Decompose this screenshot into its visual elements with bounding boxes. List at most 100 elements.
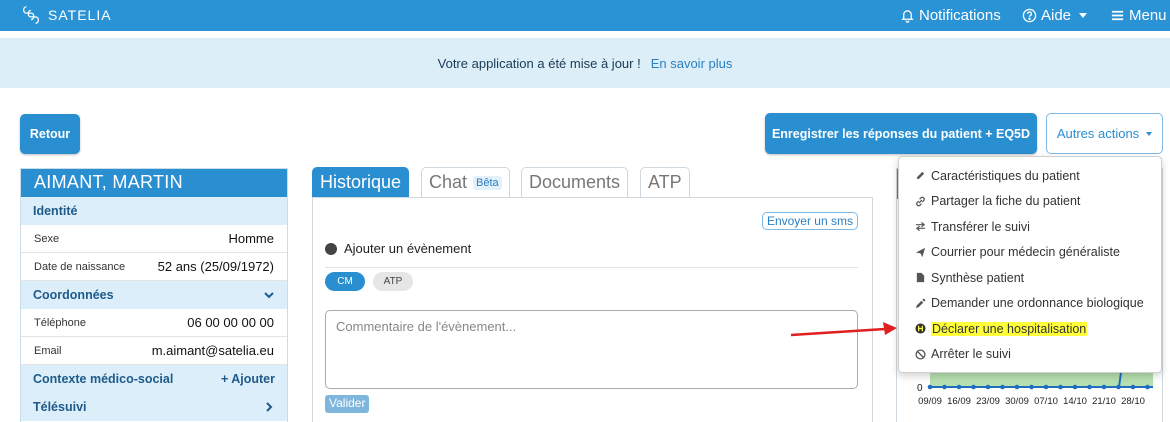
identity-section-header: Identité xyxy=(21,197,287,225)
hamburger-icon xyxy=(1111,10,1124,21)
menu-item-label: Synthèse patient xyxy=(931,270,1025,285)
transfer-icon xyxy=(915,222,926,232)
x-tick-label: 16/09 xyxy=(947,396,971,407)
validate-button[interactable]: Valider xyxy=(325,395,370,413)
chevron-down-icon xyxy=(264,292,274,299)
pill-cm[interactable]: CM xyxy=(325,272,365,291)
chart-point xyxy=(1014,384,1020,390)
telesuivi-section-header[interactable]: Télésuivi xyxy=(21,393,287,421)
tab-atp[interactable]: ATP xyxy=(640,167,690,197)
menu-button[interactable]: Menu xyxy=(1110,7,1167,24)
x-tick-label: 30/09 xyxy=(1005,396,1029,407)
record-responses-button[interactable]: Enregistrer les réponses du patient + EQ… xyxy=(765,113,1037,154)
caret-down-icon xyxy=(1146,131,1153,136)
dob-label: Date de naissance xyxy=(34,260,126,273)
brand-name: SATELIA xyxy=(48,7,112,23)
pencil-icon xyxy=(916,172,925,180)
update-banner: Votre application a été mise à jour ! En… xyxy=(0,38,1170,88)
chart-point xyxy=(1130,384,1136,390)
send-icon xyxy=(915,247,926,257)
chart-point xyxy=(1101,384,1107,390)
notifications-link[interactable]: Notifications xyxy=(900,7,1001,24)
chart-point xyxy=(1087,384,1092,390)
context-section-header: Contexte médico-social + Ajouter xyxy=(21,365,287,393)
sex-row: Sexe Homme xyxy=(21,225,287,253)
menu-item[interactable]: Courrier pour médecin généraliste xyxy=(899,240,1161,266)
chart-point xyxy=(942,384,947,390)
email-row: Email m.aimant@satelia.eu xyxy=(21,337,287,365)
menu-item[interactable]: Partager la fiche du patient xyxy=(899,189,1161,215)
dob-row: Date de naissance 52 ans (25/09/1972) xyxy=(21,253,287,281)
bell-icon xyxy=(901,10,914,23)
x-tick-label: 14/10 xyxy=(1063,396,1087,407)
identity-header-label: Identité xyxy=(33,204,78,218)
menu-item-label: Déclarer une hospitalisation xyxy=(931,321,1088,336)
add-event-toggle[interactable]: Ajouter un évènement xyxy=(325,241,471,256)
menu-item-label: Courrier pour médecin généraliste xyxy=(931,245,1120,260)
x-tick-label: 21/10 xyxy=(1092,396,1116,407)
context-header-label: Contexte médico-social xyxy=(33,372,174,386)
tab-atp-label: ATP xyxy=(648,172,682,192)
email-label: Email xyxy=(34,344,62,357)
tab-documents[interactable]: Documents xyxy=(521,167,629,197)
menu-item[interactable]: Caractéristiques du patient xyxy=(899,163,1161,189)
x-tick-label: 07/10 xyxy=(1034,396,1058,407)
learn-more-link[interactable]: En savoir plus xyxy=(651,56,733,71)
tab-history-label: Historique xyxy=(320,172,402,192)
chart-point xyxy=(1043,384,1049,390)
menu-item-label: Transférer le suivi xyxy=(931,219,1030,234)
x-tick-label: 09/09 xyxy=(918,396,942,407)
x-tick-label: 23/09 xyxy=(976,396,1000,407)
beta-badge: Bêta xyxy=(473,175,502,190)
tab-documents-label: Documents xyxy=(529,172,621,192)
hospital-icon xyxy=(915,323,926,334)
satelia-logo-icon xyxy=(23,6,39,24)
event-comment-input[interactable] xyxy=(325,310,858,389)
divider xyxy=(325,267,858,268)
file-icon xyxy=(916,273,925,283)
ban-icon xyxy=(915,349,926,360)
eyedropper-icon xyxy=(915,298,926,308)
red-arrow-annotation xyxy=(790,322,897,337)
chart-point xyxy=(1145,384,1150,390)
help-dropdown[interactable]: Aide xyxy=(1022,7,1088,24)
chart-point xyxy=(1072,384,1078,390)
phone-row: Téléphone 06 00 00 00 00 xyxy=(21,309,287,337)
patient-name: AIMANT, MARTIN xyxy=(21,169,287,197)
other-actions-label: Autres actions xyxy=(1056,126,1140,141)
other-actions-menu: Caractéristiques du patient Partager la f… xyxy=(898,156,1162,373)
chart-point xyxy=(1029,384,1034,390)
update-message: Votre application a été mise à jour ! xyxy=(437,55,641,71)
chart-point xyxy=(956,384,962,390)
menu-item-label: Arrêter le suivi xyxy=(931,347,1011,362)
pill-atp[interactable]: ATP xyxy=(373,272,413,291)
email-value: m.aimant@satelia.eu xyxy=(151,343,274,358)
menu-item-label: Caractéristiques du patient xyxy=(931,168,1080,183)
menu-item[interactable]: Demander une ordonnance biologique xyxy=(899,291,1161,317)
telesuivi-header-label: Télésuivi xyxy=(33,400,87,414)
menu-item[interactable]: Transférer le suivi xyxy=(899,214,1161,240)
other-actions-button[interactable]: Autres actions xyxy=(1046,113,1163,154)
history-panel: Envoyer un sms Ajouter un évènement CM A… xyxy=(312,197,873,422)
tab-chat[interactable]: Chat Bêta xyxy=(421,167,510,197)
add-context-button[interactable]: + Ajouter xyxy=(221,372,275,386)
chart-point xyxy=(1116,384,1121,390)
brand[interactable]: SATELIA xyxy=(20,4,112,26)
menu-item[interactable]: Synthèse patient xyxy=(899,265,1161,291)
top-navbar: SATELIA Notifications Aide Menu xyxy=(0,0,1170,31)
chart-point xyxy=(985,384,991,390)
tab-history[interactable]: Historique xyxy=(312,167,410,197)
patient-card: AIMANT, MARTIN Identité Sexe Homme Date … xyxy=(20,168,288,422)
contact-section-header[interactable]: Coordonnées xyxy=(21,281,287,309)
back-button[interactable]: Retour xyxy=(20,114,80,154)
phone-value: 06 00 00 00 00 xyxy=(187,315,274,330)
radio-dot-icon xyxy=(325,242,337,255)
menu-item[interactable]: Déclarer une hospitalisation xyxy=(899,316,1161,342)
send-sms-button[interactable]: Envoyer un sms xyxy=(761,212,858,230)
menu-label: Menu xyxy=(1129,7,1167,24)
chart-point xyxy=(1058,384,1063,390)
chart-point xyxy=(927,384,933,390)
chevron-right-icon xyxy=(266,402,273,412)
menu-item[interactable]: Arrêter le suivi xyxy=(899,342,1161,368)
phone-label: Téléphone xyxy=(34,316,86,329)
